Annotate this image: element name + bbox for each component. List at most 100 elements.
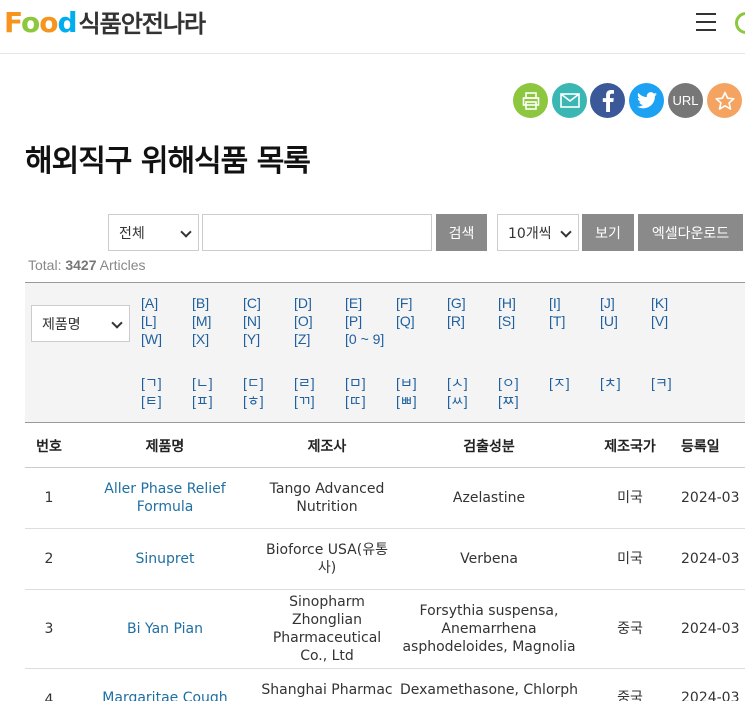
url-copy-button[interactable]: URL — [668, 83, 703, 118]
table-row: 3 Bi Yan Pian Sinopharm Zhonglian Pharma… — [25, 590, 745, 669]
index-key-link[interactable]: [ㄱ] — [141, 373, 162, 393]
cell-product-link[interactable]: Margaritae Cough — [81, 669, 249, 701]
index-key-link[interactable]: [X] — [192, 331, 209, 347]
cell-ingredient: Azelastine — [452, 490, 526, 506]
index-key-link[interactable]: [V] — [651, 313, 668, 329]
index-key-link[interactable]: [K] — [651, 295, 668, 311]
index-key-link[interactable]: [Z] — [294, 331, 310, 347]
index-key-link[interactable]: [H] — [498, 295, 516, 311]
cell-product-link[interactable]: Bi Yan Pian — [81, 590, 249, 668]
index-key-link[interactable]: [A] — [141, 295, 158, 311]
index-key-link[interactable]: [ㅌ] — [141, 391, 162, 411]
twitter-icon — [636, 92, 657, 109]
index-key-link[interactable]: [G] — [447, 295, 466, 311]
index-key-link[interactable]: [ㄹ] — [294, 373, 315, 393]
index-key-link[interactable]: [C] — [243, 295, 261, 311]
facebook-button[interactable] — [590, 83, 625, 118]
cell-manufacturer: Bioforce USA(유통사) — [266, 542, 388, 576]
index-key-link[interactable]: [ㅎ] — [243, 391, 264, 411]
index-key-link[interactable]: [ㅅ] — [447, 373, 468, 393]
index-key-link[interactable]: [N] — [243, 313, 261, 329]
cell-manufacturer: Sinopharm Zhonglian Pharmaceutical Co., … — [272, 594, 382, 664]
search-input[interactable] — [202, 214, 432, 251]
index-key-link[interactable]: [T] — [549, 313, 565, 329]
total-count: Total: 3427 Articles — [28, 257, 146, 273]
table-row: 1 Aller Phase Relief Formula Tango Advan… — [25, 468, 745, 529]
index-key-link[interactable]: [Q] — [396, 313, 415, 329]
index-key-link[interactable]: [U] — [600, 313, 618, 329]
header-country: 제조국가 — [604, 439, 656, 455]
index-key-link[interactable]: [ㅁ] — [345, 373, 366, 393]
total-suffix: Articles — [99, 257, 146, 273]
index-key-link[interactable]: [L] — [141, 313, 157, 329]
cell-product-link[interactable]: Aller Phase Relief Formula — [81, 468, 249, 528]
page-size-select[interactable]: 10개씩 — [497, 214, 579, 251]
cell-country: 미국 — [617, 490, 643, 506]
index-key-link[interactable]: [J] — [600, 295, 615, 311]
table-row: 2 Sinupret Bioforce USA(유통사) Verbena 미국 … — [25, 529, 745, 590]
index-key-link[interactable]: [ㅉ] — [498, 391, 519, 411]
index-key-link[interactable]: [0 ~ 9] — [345, 331, 384, 347]
cell-date: 2024-03 — [681, 621, 740, 637]
logo-letter-o1: o — [21, 6, 40, 39]
index-key-link[interactable]: [I] — [549, 295, 561, 311]
index-key-link[interactable]: [B] — [192, 295, 209, 311]
index-key-link[interactable]: [F] — [396, 295, 412, 311]
top-bar: Food 식품안전나라 — [0, 0, 745, 54]
partial-icon[interactable] — [735, 12, 745, 34]
index-key-link[interactable]: [ㄸ] — [345, 391, 366, 411]
cell-manufacturer: Shanghai Pharmac — [261, 682, 393, 698]
table-header: 번호 제품명 제조사 검출성분 제조국가 등록일 — [25, 422, 745, 468]
cell-no: 4 — [44, 692, 54, 701]
index-key-link[interactable]: [M] — [192, 313, 211, 329]
index-filter — [25, 282, 745, 422]
field-select[interactable]: 제품명 — [31, 305, 130, 342]
index-key-link[interactable]: [ㅋ] — [651, 373, 672, 393]
index-key-link[interactable]: [ㅍ] — [192, 391, 213, 411]
index-key-link[interactable]: [ㅇ] — [498, 373, 519, 393]
cell-no: 1 — [44, 490, 54, 506]
excel-download-button[interactable]: 엑셀다운로드 — [638, 214, 743, 251]
cell-product-link[interactable]: Sinupret — [81, 529, 249, 589]
index-key-link[interactable]: [ㄷ] — [243, 373, 264, 393]
logo-letter-o2: o — [39, 6, 58, 39]
menu-icon[interactable] — [696, 13, 718, 33]
cell-date: 2024-03 — [681, 690, 740, 701]
category-select-value: 전체 — [119, 225, 145, 242]
total-number: 3427 — [65, 257, 97, 273]
index-key-link[interactable]: [Y] — [243, 331, 260, 347]
cell-manufacturer: Tango Advanced Nutrition — [269, 481, 385, 515]
index-key-link[interactable]: [D] — [294, 295, 312, 311]
index-key-link[interactable]: [ㄲ] — [294, 391, 315, 411]
twitter-button[interactable] — [629, 83, 664, 118]
logo-letter-d: d — [57, 6, 78, 39]
index-key-link[interactable]: [ㅆ] — [447, 391, 468, 411]
index-key-link[interactable]: [R] — [447, 313, 465, 329]
logo-letter-f: F — [4, 6, 22, 39]
cell-date: 2024-03 — [681, 551, 740, 567]
index-key-link[interactable]: [ㅈ] — [549, 373, 570, 393]
view-button[interactable]: 보기 — [582, 214, 634, 251]
index-key-link[interactable]: [S] — [498, 313, 515, 329]
index-key-link[interactable]: [ㅃ] — [396, 391, 417, 411]
index-key-link[interactable]: [P] — [345, 313, 362, 329]
search-button[interactable]: 검색 — [436, 214, 487, 251]
index-key-link[interactable]: [ㅊ] — [600, 373, 621, 393]
cell-country: 중국 — [617, 621, 643, 637]
logo-korean-text: 식품안전나라 — [78, 10, 206, 38]
print-icon — [522, 91, 539, 110]
mail-button[interactable] — [552, 83, 587, 118]
print-button[interactable] — [513, 83, 548, 118]
index-key-link[interactable]: [E] — [345, 295, 362, 311]
page-title: 해외직구 위해식품 목록 — [25, 144, 311, 179]
total-prefix: Total: — [28, 257, 62, 273]
header-ingredient: 검출성분 — [463, 439, 515, 455]
header-date: 등록일 — [681, 439, 720, 455]
favorite-button[interactable] — [707, 83, 742, 118]
index-key-link[interactable]: [W] — [141, 331, 162, 347]
site-logo[interactable]: Food 식품안전나라 — [4, 4, 206, 39]
index-key-link[interactable]: [ㄴ] — [192, 373, 213, 393]
index-key-link[interactable]: [ㅂ] — [396, 373, 417, 393]
index-key-link[interactable]: [O] — [294, 313, 313, 329]
category-select[interactable]: 전체 — [108, 214, 199, 251]
